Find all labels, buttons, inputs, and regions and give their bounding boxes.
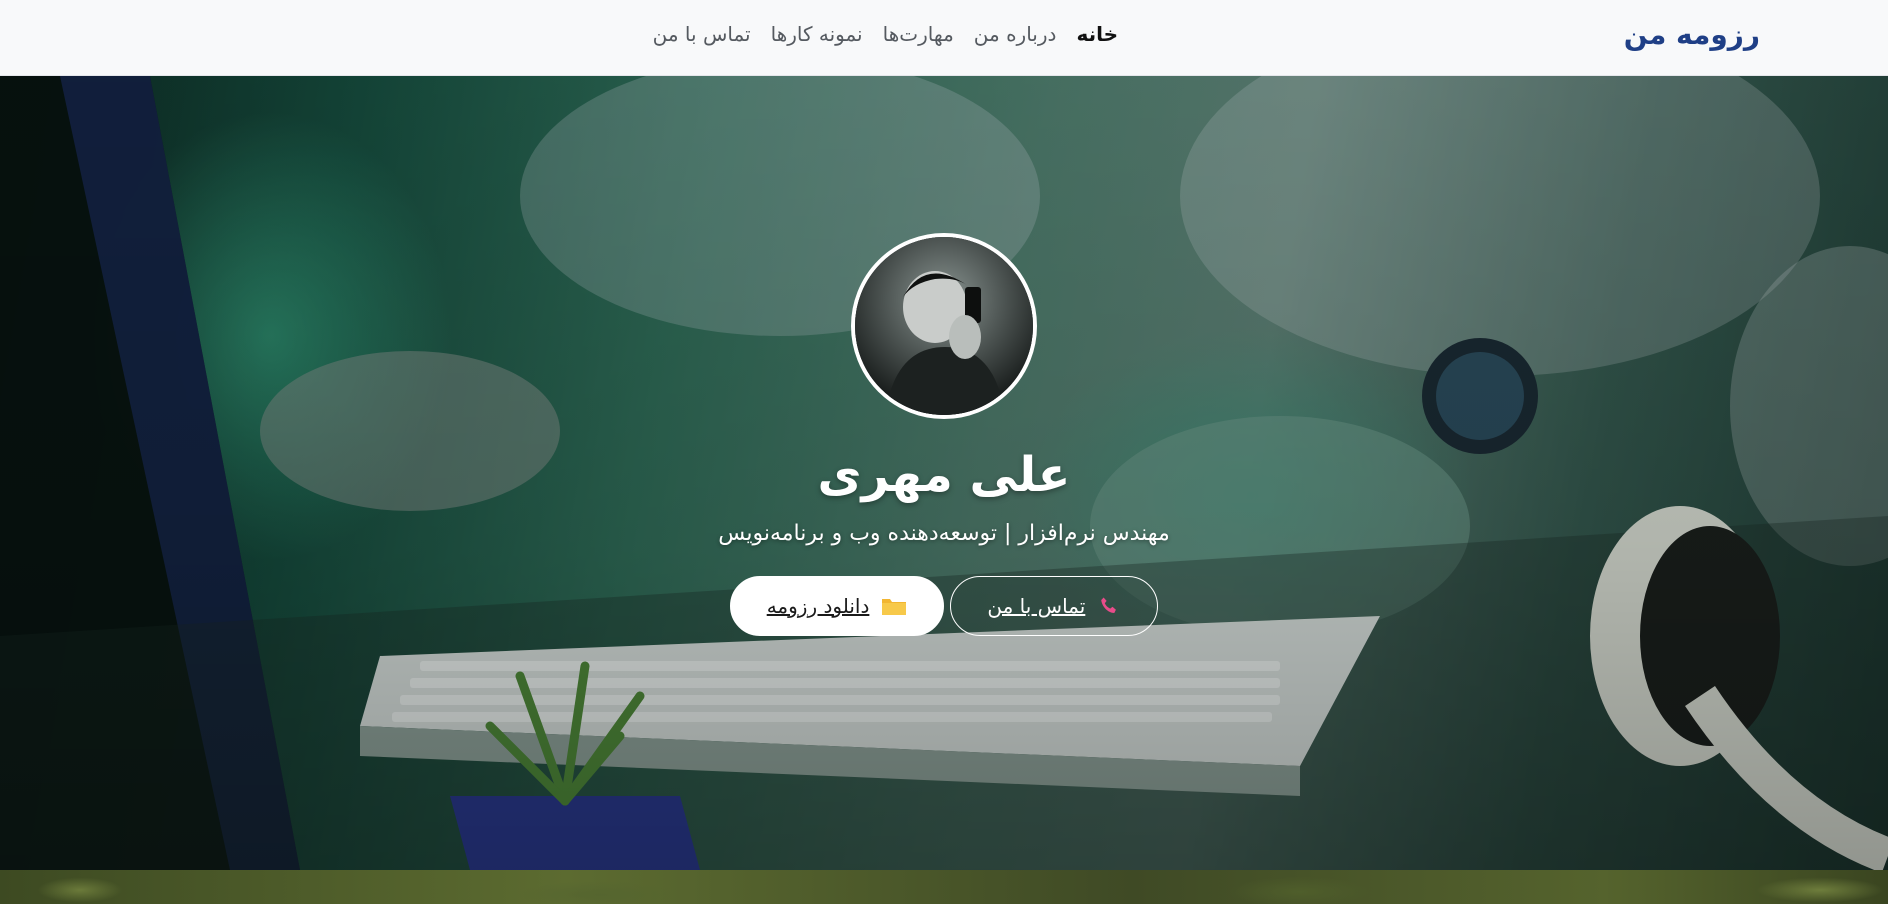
navbar: رزومه من خانه درباره من مهارت‌ها نمونه ک… (0, 0, 1888, 76)
download-resume-button[interactable]: دانلود رزومه (729, 576, 945, 636)
download-resume-label: دانلود رزومه (766, 594, 870, 618)
profile-photo (855, 237, 1033, 415)
brand-logo[interactable]: رزومه من (1624, 18, 1760, 51)
nav-link-contact[interactable]: تماس با من (653, 22, 751, 46)
nav-link-about[interactable]: درباره من (974, 22, 1057, 46)
next-section-preview (0, 870, 1888, 904)
nav-link-portfolio[interactable]: نمونه کارها (771, 22, 863, 46)
contact-button-label: تماس با من (987, 594, 1086, 618)
nav-link-home[interactable]: خانه (1076, 22, 1118, 46)
nav-link-skills[interactable]: مهارت‌ها (883, 22, 954, 46)
nav-links: خانه درباره من مهارت‌ها نمونه کارها تماس… (653, 22, 1118, 46)
profile-name: علی مهری (817, 447, 1071, 503)
hero-buttons: تماس با من دانلود رزومه (729, 576, 1159, 636)
hero-section: علی مهری مهندس نرم‌افزار | توسعه‌دهنده و… (0, 76, 1888, 870)
folder-icon (881, 595, 907, 617)
contact-button[interactable]: تماس با من (950, 576, 1159, 636)
profile-avatar (851, 233, 1037, 419)
hero-content: علی مهری مهندس نرم‌افزار | توسعه‌دهنده و… (0, 233, 1888, 636)
profile-subtitle: مهندس نرم‌افزار | توسعه‌دهنده وب و برنام… (718, 521, 1170, 546)
phone-icon (1097, 594, 1121, 618)
